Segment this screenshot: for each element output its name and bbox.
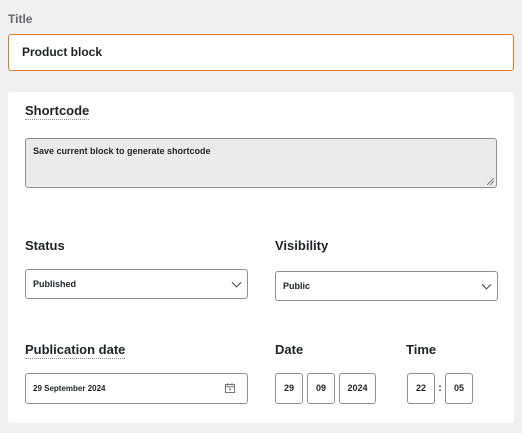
date-month-input[interactable]: 09: [307, 373, 335, 404]
resize-handle-icon[interactable]: [487, 178, 494, 185]
date-label: Date: [275, 342, 304, 357]
chevron-down-icon: [231, 277, 242, 288]
status-label: Status: [25, 238, 65, 253]
time-label: Time: [406, 342, 437, 357]
chevron-down-icon: [481, 279, 492, 290]
publication-date-input[interactable]: 29 September 2024: [25, 373, 248, 404]
shortcode-placeholder: Save current block to generate shortcode: [33, 146, 211, 156]
publication-date-label-text: Publication date: [25, 342, 126, 359]
status-selected-value: Published: [33, 279, 77, 289]
calendar-icon[interactable]: [225, 383, 235, 393]
shortcode-label-text: Shortcode: [25, 103, 90, 120]
publication-date-value: 29 September 2024: [33, 384, 106, 393]
visibility-label: Visibility: [275, 238, 329, 253]
date-year-input[interactable]: 2024: [339, 373, 376, 404]
visibility-select[interactable]: Public: [275, 271, 498, 301]
shortcode-label: Shortcode: [25, 103, 90, 120]
time-hour-input[interactable]: 22: [407, 373, 435, 404]
title-label: Title: [8, 12, 33, 26]
visibility-selected-value: Public: [283, 281, 311, 291]
time-separator: :: [438, 383, 442, 394]
date-day-input[interactable]: 29: [275, 373, 303, 404]
time-minute-input[interactable]: 05: [445, 373, 473, 404]
shortcode-textarea[interactable]: Save current block to generate shortcode: [25, 138, 497, 188]
publication-date-label: Publication date: [25, 342, 126, 359]
title-input[interactable]: Product block: [8, 34, 514, 71]
status-select[interactable]: Published: [25, 269, 248, 299]
